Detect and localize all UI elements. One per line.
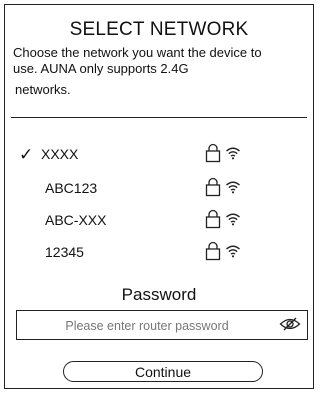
- lock-icon: [205, 209, 221, 229]
- wifi-icon: [226, 213, 240, 226]
- description-line-1: Choose the network you want the device t…: [13, 45, 262, 60]
- lock-icon: [205, 241, 221, 261]
- lock-icon: [205, 143, 221, 163]
- page-description: Choose the network you want the device t…: [13, 45, 309, 98]
- wifi-icon: [226, 181, 240, 194]
- network-item-abc123[interactable]: ABC123: [5, 177, 313, 201]
- lock-icon: [205, 177, 221, 197]
- network-item-xxxx[interactable]: ✓ XXXX: [5, 143, 313, 167]
- description-line-2: use. AUNA only supports 2.4G: [13, 61, 189, 76]
- network-item-abc-xxx[interactable]: ABC-XXX: [5, 209, 313, 233]
- password-label: Password: [121, 285, 197, 304]
- header-divider: [11, 117, 307, 118]
- network-item-12345[interactable]: 12345: [5, 241, 313, 265]
- password-field: [16, 310, 308, 340]
- network-name: ABC123: [45, 180, 98, 196]
- network-selection-panel: SELECT NETWORK Choose the network you wa…: [4, 4, 314, 389]
- network-name: XXXX: [41, 146, 79, 162]
- eye-hidden-icon[interactable]: [279, 317, 301, 331]
- wifi-icon: [226, 147, 240, 160]
- password-input[interactable]: [25, 315, 269, 337]
- selected-check-icon: ✓: [19, 145, 34, 164]
- wifi-icon: [226, 245, 240, 258]
- page-title: SELECT NETWORK: [69, 19, 249, 40]
- description-line-3: networks.: [15, 82, 71, 97]
- continue-button[interactable]: Continue: [63, 361, 263, 382]
- network-name: 12345: [45, 244, 84, 260]
- network-name: ABC-XXX: [45, 212, 107, 228]
